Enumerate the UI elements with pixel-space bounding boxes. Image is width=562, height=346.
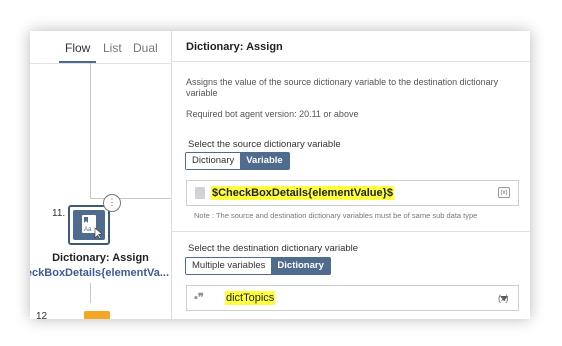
- source-option-dictionary[interactable]: Dictionary: [186, 153, 241, 169]
- source-variable-value: $CheckBoxDetails{elementValue}$: [211, 186, 394, 200]
- dest-option-multiple[interactable]: Multiple variables: [186, 258, 272, 274]
- source-variable-field[interactable]: $CheckBoxDetails{elementValue}$ (x): [186, 180, 519, 206]
- insert-variable-icon[interactable]: (x): [498, 187, 510, 198]
- node-subtitle: heckBoxDetails{elementVa...: [30, 267, 169, 279]
- source-label: Select the source dictionary variable: [188, 139, 341, 150]
- action-description: Assigns the value of the source dictiona…: [186, 77, 499, 98]
- source-option-variable[interactable]: Variable: [240, 153, 289, 169]
- source-type-toggle: Dictionary Variable: [185, 152, 290, 170]
- tab-dual[interactable]: Dual: [133, 41, 158, 55]
- step-number: 12: [36, 311, 48, 319]
- dest-type-toggle: Multiple variables Dictionary: [185, 257, 331, 275]
- insert-variable-icon[interactable]: (x): [498, 293, 509, 303]
- document-icon: [195, 187, 205, 199]
- dictionary-assign-icon: Aa: [73, 210, 105, 240]
- flow-connector-lower: [90, 283, 91, 303]
- step-number: 11.: [52, 208, 66, 219]
- flow-canvas: Flow List Dual 11. Aa ⋮ Dictionary: Assi…: [30, 31, 171, 319]
- dest-option-dictionary[interactable]: Dictionary: [271, 258, 330, 274]
- source-note: Note : The source and destination dictio…: [194, 211, 478, 220]
- divider: [172, 61, 530, 62]
- next-step-node[interactable]: [84, 311, 110, 319]
- dest-variable-value: dictTopics: [225, 291, 276, 305]
- properties-panel: Dictionary: Assign Assigns the value of …: [171, 31, 530, 319]
- flow-connector: [90, 63, 91, 199]
- svg-text:Aa: Aa: [84, 227, 92, 233]
- flow-connector-branch: [90, 198, 171, 199]
- dictionary-assign-node[interactable]: Aa: [68, 205, 110, 245]
- node-title: Dictionary: Assign: [52, 252, 149, 264]
- panel-title: Dictionary: Assign: [186, 41, 283, 53]
- tab-list[interactable]: List: [103, 41, 122, 55]
- dest-label: Select the destination dictionary variab…: [188, 243, 359, 254]
- view-tabs: Flow List Dual: [30, 31, 171, 64]
- required-version: Required bot agent version: 20.11 or abo…: [186, 109, 359, 119]
- tab-flow[interactable]: Flow: [65, 41, 90, 55]
- dest-variable-select[interactable]: ▪❞ dictTopics: [186, 285, 519, 311]
- more-options-icon[interactable]: ⋮: [103, 194, 121, 212]
- dictionary-quote-icon: ▪❞: [194, 292, 204, 304]
- divider: [172, 231, 530, 232]
- bot-editor-window: Flow List Dual 11. Aa ⋮ Dictionary: Assi…: [30, 31, 530, 319]
